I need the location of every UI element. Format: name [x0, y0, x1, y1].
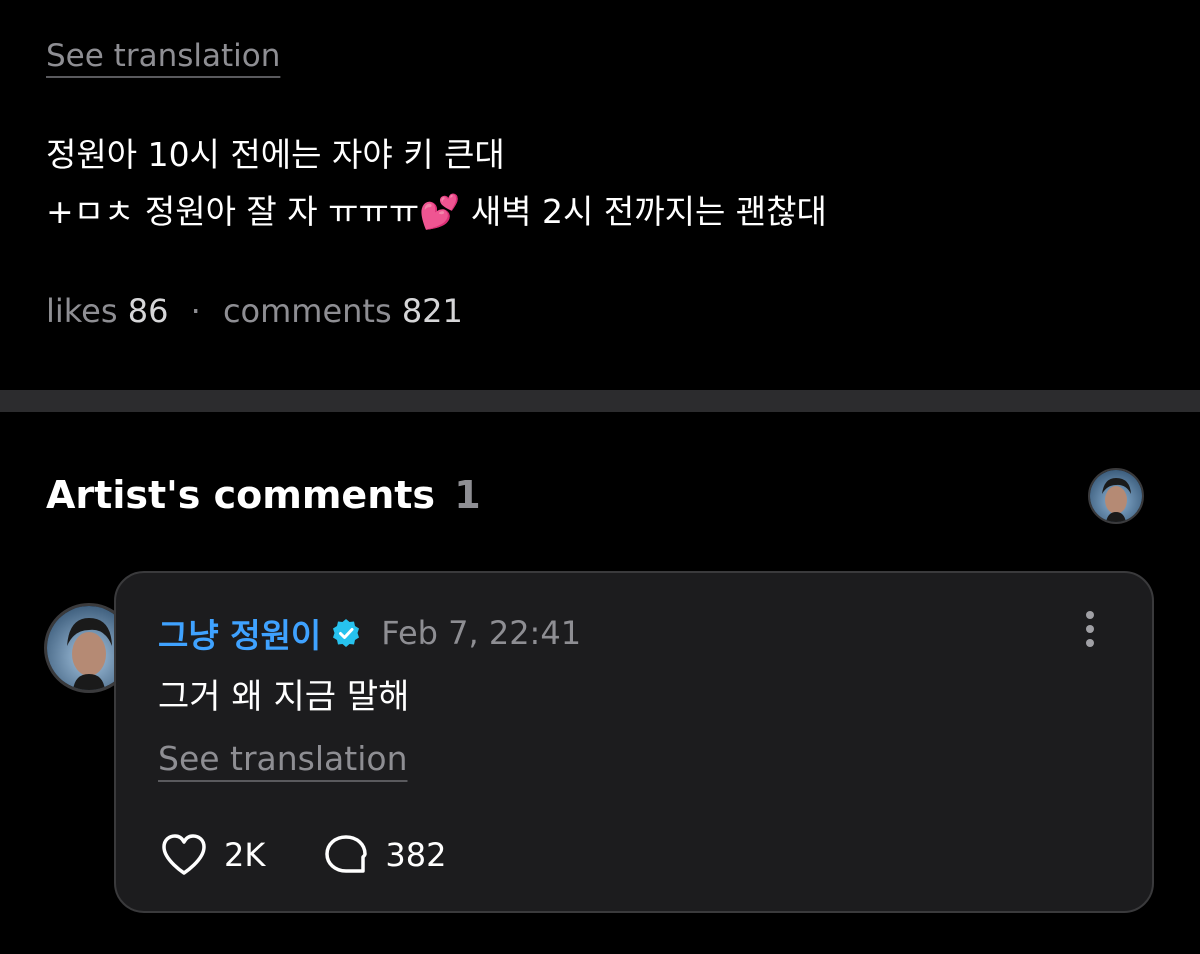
- artist-comments-header: Artist's comments 1: [46, 473, 481, 517]
- comment-text: 그거 왜 지금 말해: [158, 677, 410, 717]
- comments-count[interactable]: 821: [402, 292, 463, 330]
- comment-timestamp: Feb 7, 22:41: [381, 614, 582, 652]
- comment-meta: 그냥 정원이 Feb 7, 22:41: [158, 609, 581, 657]
- comments-label: comments: [222, 292, 392, 330]
- verified-badge-icon: [333, 619, 360, 647]
- post-body-line-2-suffix: 새벽 2시 전까지는 괜찮대: [470, 192, 827, 231]
- reply-count: 382: [385, 836, 447, 874]
- comment-see-translation-link[interactable]: See translation: [158, 739, 407, 778]
- like-button[interactable]: 2K: [160, 833, 265, 877]
- artist-comment-card: 그냥 정원이 Feb 7, 22:41 그거 왜 지금 말해 See trans…: [114, 571, 1154, 913]
- section-divider: [0, 390, 1200, 412]
- artist-comments-count: 1: [454, 473, 481, 517]
- likes-count[interactable]: 86: [128, 292, 169, 330]
- post-section: See translation 정원아 10시 전에는 자야 키 큰대 +ㅁㅊ …: [0, 0, 1200, 390]
- comment-actions: 2K 382: [160, 833, 446, 877]
- post-body: 정원아 10시 전에는 자야 키 큰대 +ㅁㅊ 정원아 잘 자 ㅠㅠㅠ💕 새벽 …: [46, 126, 827, 240]
- post-body-line-2: +ㅁㅊ 정원아 잘 자 ㅠㅠㅠ💕 새벽 2시 전까지는 괜찮대: [46, 183, 827, 240]
- likes-label: likes: [46, 292, 118, 330]
- stats-separator: ·: [190, 292, 201, 330]
- artist-avatar-small[interactable]: [1088, 468, 1144, 524]
- heart-icon: [162, 834, 206, 875]
- avatar-portrait-icon: [1090, 470, 1142, 522]
- post-stats: likes 86 · comments 821: [46, 292, 463, 330]
- artist-comments-title: Artist's comments: [46, 473, 436, 517]
- comment-bubble-icon: [325, 835, 368, 873]
- more-vertical-icon[interactable]: [1078, 609, 1102, 649]
- two-hearts-emoji: 💕: [419, 192, 461, 231]
- post-body-line-2-prefix: +ㅁㅊ 정원아 잘 자 ㅠㅠㅠ: [46, 192, 420, 231]
- see-translation-link[interactable]: See translation: [46, 38, 280, 74]
- like-count: 2K: [224, 836, 266, 874]
- comment-author[interactable]: 그냥 정원이: [158, 609, 321, 657]
- reply-button[interactable]: 382: [323, 833, 446, 877]
- post-body-line-1: 정원아 10시 전에는 자야 키 큰대: [46, 135, 505, 174]
